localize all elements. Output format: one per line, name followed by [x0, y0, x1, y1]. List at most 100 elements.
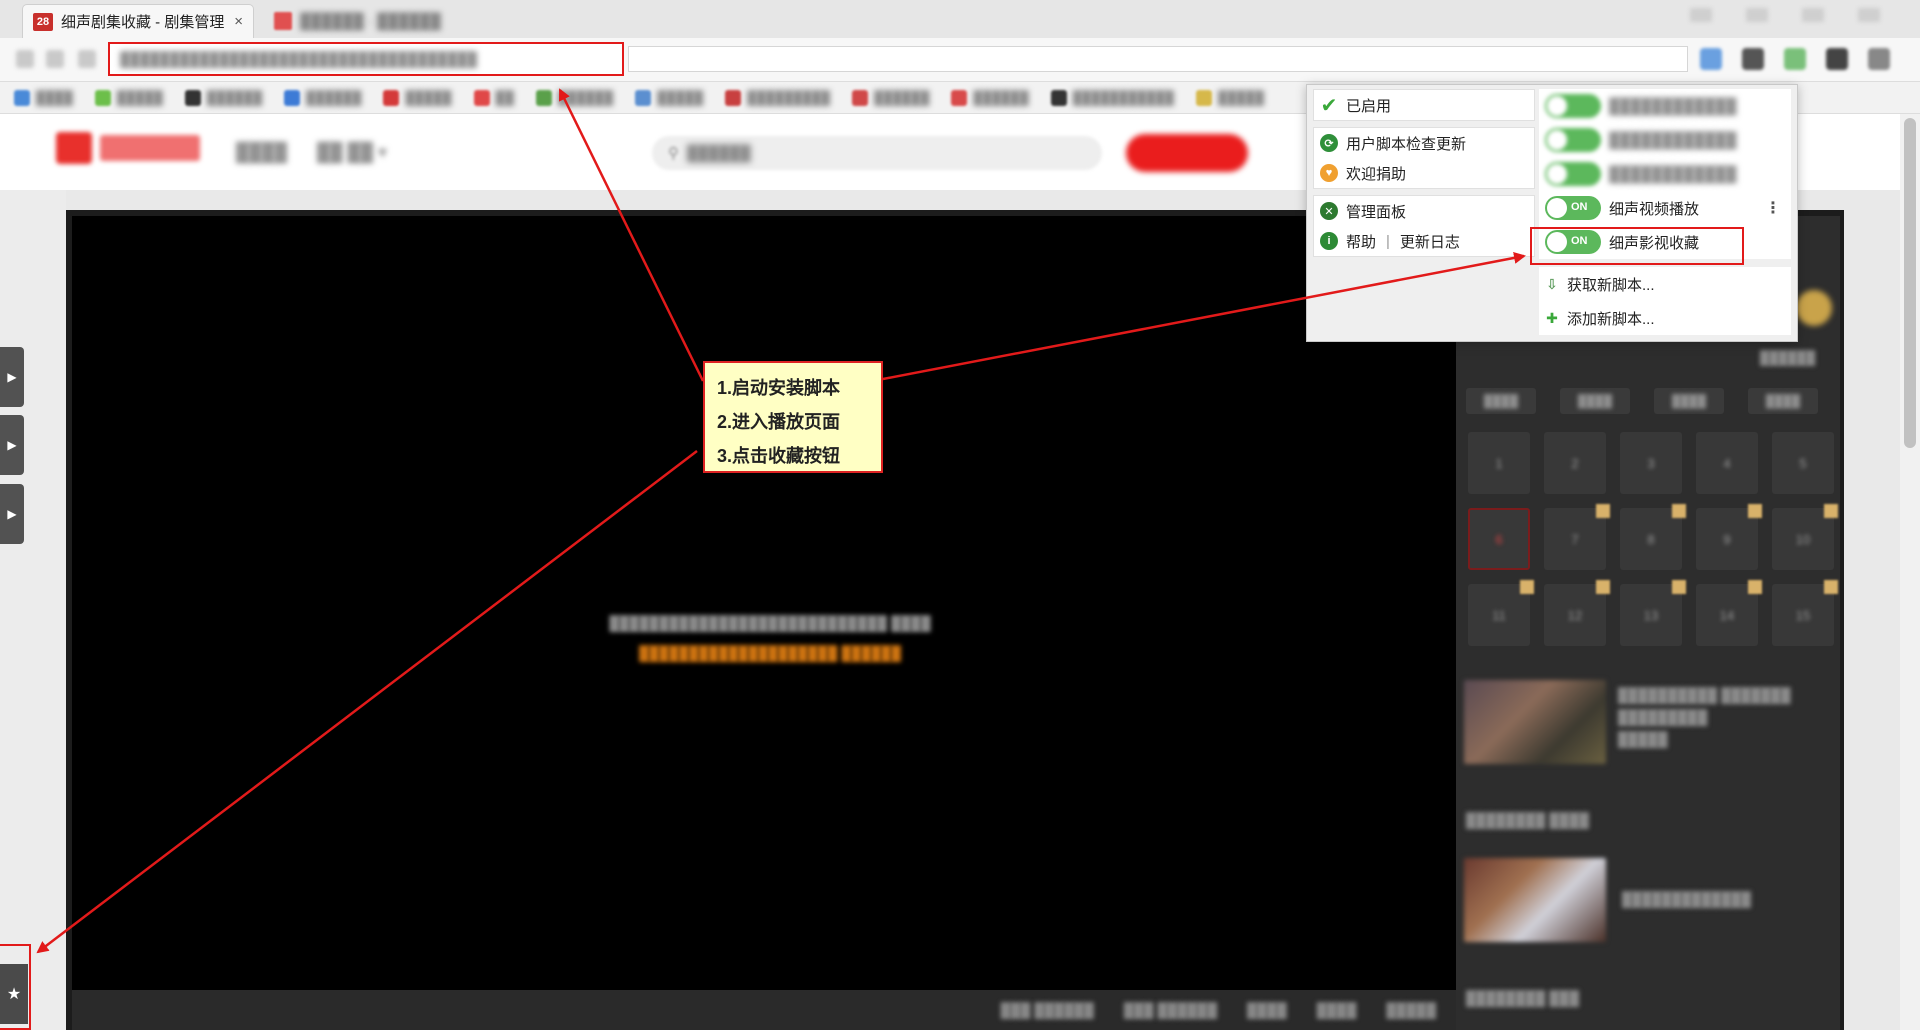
close-window-icon[interactable]: [1858, 8, 1880, 22]
bookmark-item[interactable]: ████: [14, 89, 73, 106]
script-toggle[interactable]: [1545, 94, 1601, 118]
script-toggle[interactable]: ON: [1545, 196, 1601, 220]
episode-button[interactable]: 15: [1772, 584, 1834, 646]
extension-icon[interactable]: [1784, 48, 1806, 70]
userscript-manager-icon[interactable]: [1742, 48, 1764, 70]
script-item[interactable]: ████████████: [1539, 157, 1791, 191]
script-toggle[interactable]: [1545, 162, 1601, 186]
bookmark-item[interactable]: ██████: [852, 89, 929, 106]
url-input[interactable]: ████████████████████████████████████: [108, 42, 624, 76]
episode-range-tab[interactable]: ████: [1748, 388, 1818, 414]
bookmark-item[interactable]: █████: [1196, 89, 1264, 106]
episode-button[interactable]: 10: [1772, 508, 1834, 570]
episode-button[interactable]: 4: [1696, 432, 1758, 494]
recommendation-thumbnail[interactable]: [1464, 858, 1606, 942]
bookmark-item[interactable]: ██████: [535, 89, 613, 106]
scroll-thumb[interactable]: [1904, 118, 1916, 448]
episode-button-current[interactable]: 6: [1468, 508, 1530, 570]
help-label[interactable]: 帮助: [1346, 231, 1376, 252]
page-scrollbar[interactable]: [1900, 114, 1920, 1030]
nav-item[interactable]: ██ ██ ▾: [317, 142, 387, 163]
recommendation-title-line: ██████████ ███████: [1618, 687, 1791, 703]
episode-number: 4: [1723, 455, 1731, 471]
bookmark-item[interactable]: ██████: [951, 89, 1029, 106]
help-item[interactable]: i 帮助 | 更新日志: [1314, 226, 1534, 256]
side-expand-button[interactable]: ▶: [0, 415, 24, 475]
site-search-button[interactable]: [1126, 134, 1248, 172]
bookmark-item[interactable]: ███████████: [1050, 89, 1174, 106]
nav-item[interactable]: ████: [236, 142, 287, 163]
episode-range-tab[interactable]: ████: [1466, 388, 1536, 414]
url-field-extension[interactable]: [628, 46, 1688, 72]
recommendation-title[interactable]: █████████████: [1622, 888, 1751, 910]
back-icon[interactable]: [16, 50, 34, 68]
bookmark-item[interactable]: █████: [383, 89, 452, 106]
window-controls: [1690, 8, 1880, 22]
side-expand-button[interactable]: ▶: [0, 347, 24, 407]
bookmark-item[interactable]: ██: [473, 89, 514, 106]
avatar[interactable]: [1796, 290, 1832, 326]
tab-inactive[interactable]: ██████ · ██████: [264, 4, 554, 38]
recommendation-title[interactable]: ██████████ ███████ █████████ █████: [1618, 684, 1791, 750]
extension-icon[interactable]: [1826, 48, 1848, 70]
search-placeholder: ██████: [687, 144, 751, 162]
control-item[interactable]: ████: [1317, 1002, 1357, 1030]
logo-wordmark: [100, 135, 200, 161]
recommendation-title-line: █████████████: [1622, 891, 1751, 907]
episode-range-tab[interactable]: ████: [1560, 388, 1630, 414]
user-icon[interactable]: [1690, 8, 1712, 22]
maximize-icon[interactable]: [1802, 8, 1824, 22]
enabled-toggle-item[interactable]: ✔ 已启用: [1314, 90, 1534, 120]
episode-button[interactable]: 2: [1544, 432, 1606, 494]
episode-range-label: ████: [1483, 394, 1518, 408]
menu-icon[interactable]: [1868, 48, 1890, 70]
script-toggle[interactable]: [1545, 128, 1601, 152]
control-item[interactable]: ████: [1247, 1002, 1287, 1030]
script-item[interactable]: ████████████: [1539, 89, 1791, 123]
close-icon[interactable]: ×: [234, 13, 243, 30]
bookmark-item[interactable]: █████████: [725, 89, 830, 106]
script-item-video-play[interactable]: ON 细声视频播放 ⋮: [1539, 191, 1791, 225]
get-new-script-item[interactable]: ⇩ 获取新脚本...: [1539, 267, 1791, 301]
episode-button[interactable]: 13: [1620, 584, 1682, 646]
recommendation-thumbnail[interactable]: [1464, 680, 1606, 764]
bookmark-item[interactable]: █████: [94, 89, 163, 106]
forward-icon[interactable]: [46, 50, 64, 68]
bookmark-item[interactable]: ██████: [184, 89, 262, 106]
episode-button[interactable]: 12: [1544, 584, 1606, 646]
video-player[interactable]: ████████████████████████████ ████ ██████…: [72, 216, 1456, 990]
episode-range-tab[interactable]: ████: [1654, 388, 1724, 414]
site-search-input[interactable]: ⚲ ██████: [652, 136, 1102, 170]
episode-button[interactable]: 1: [1468, 432, 1530, 494]
instruction-callout: 1.启动安装脚本 2.进入播放页面 3.点击收藏按钮: [703, 361, 883, 473]
control-item[interactable]: ███ ██████: [1001, 1002, 1094, 1030]
episode-button[interactable]: 8: [1620, 508, 1682, 570]
episode-number: 11: [1492, 607, 1506, 623]
episode-button[interactable]: 5: [1772, 432, 1834, 494]
separator: |: [1386, 232, 1390, 250]
more-options-icon[interactable]: ⋮: [1765, 198, 1781, 218]
episode-button[interactable]: 3: [1620, 432, 1682, 494]
tab-active[interactable]: 28 细声剧集收藏 - 剧集管理 ×: [22, 4, 254, 38]
reload-icon[interactable]: [78, 50, 96, 68]
control-item[interactable]: ███ ██████: [1124, 1002, 1217, 1030]
favorite-star-button[interactable]: ★: [0, 964, 28, 1024]
recommendation-meta: █████: [1618, 731, 1668, 747]
episode-button[interactable]: 14: [1696, 584, 1758, 646]
extension-icon[interactable]: [1700, 48, 1722, 70]
bookmark-item[interactable]: ██████: [284, 89, 361, 106]
donate-item[interactable]: ♥ 欢迎捐助: [1314, 158, 1534, 188]
check-updates-item[interactable]: ⟳ 用户脚本检查更新: [1314, 128, 1534, 158]
bookmark-item[interactable]: █████: [635, 89, 703, 106]
control-item[interactable]: █████: [1386, 1002, 1436, 1030]
script-item[interactable]: ████████████: [1539, 123, 1791, 157]
episode-button[interactable]: 9: [1696, 508, 1758, 570]
minimize-icon[interactable]: [1746, 8, 1768, 22]
dashboard-item[interactable]: ✕ 管理面板: [1314, 196, 1534, 226]
episode-button[interactable]: 11: [1468, 584, 1530, 646]
site-logo[interactable]: [56, 132, 200, 164]
episode-button[interactable]: 7: [1544, 508, 1606, 570]
changelog-label[interactable]: 更新日志: [1400, 231, 1460, 252]
side-expand-button[interactable]: ▶: [0, 484, 24, 544]
add-new-script-item[interactable]: ✚ 添加新脚本...: [1539, 301, 1791, 335]
